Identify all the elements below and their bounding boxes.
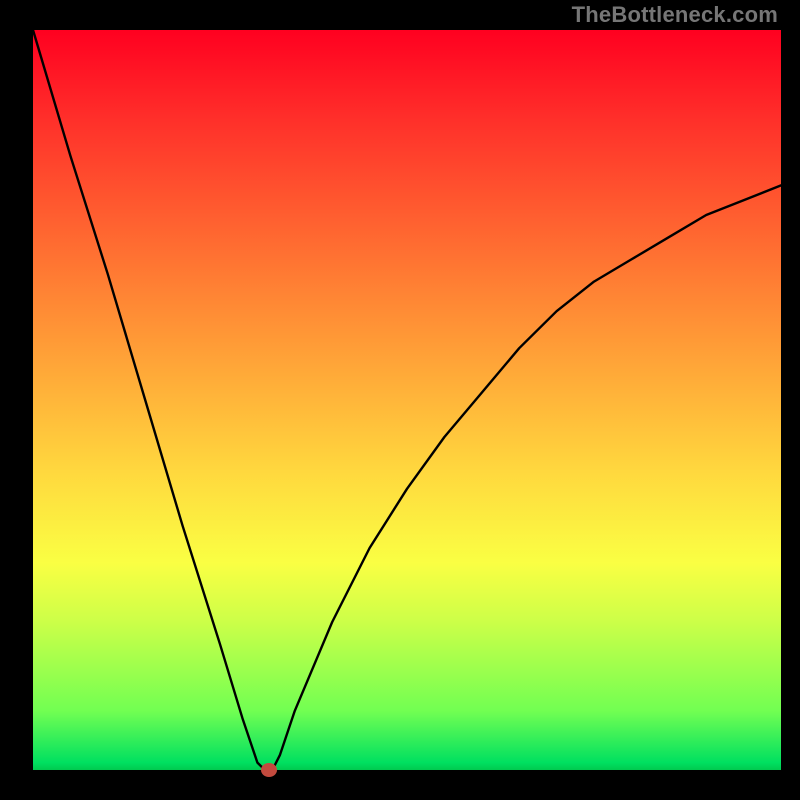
bottleneck-curve	[33, 30, 781, 770]
chart-frame: TheBottleneck.com	[0, 0, 800, 800]
minimum-marker	[261, 763, 277, 777]
attribution-text: TheBottleneck.com	[572, 2, 778, 28]
plot-area	[33, 30, 781, 770]
curve-svg	[33, 30, 781, 770]
